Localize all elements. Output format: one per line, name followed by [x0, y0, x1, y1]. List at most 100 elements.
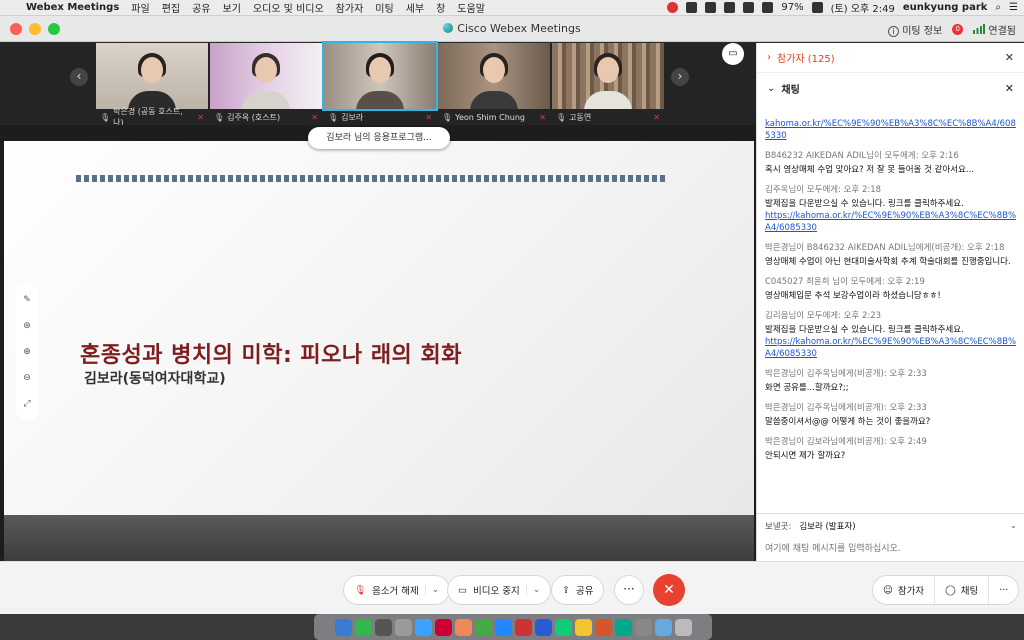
video-tile-active-speaker[interactable] [322, 41, 438, 111]
stop-video-button[interactable]: ▭ 비디오 중지 ⌄ [447, 575, 552, 605]
chrome-icon[interactable] [474, 618, 492, 636]
menu-audio-video[interactable]: 오디오 및 비디오 [253, 0, 324, 15]
chat-message: kahoma.or.kr/%EC%9E%90%EB%A3%8C%EC%8B%A4… [765, 118, 1017, 142]
chat-message-body: 영상매체입문 추석 보강수업이라 하셨습니당ㅎㅎ! [765, 291, 941, 301]
battery-icon[interactable] [811, 2, 823, 13]
folder-icon[interactable] [654, 618, 672, 636]
menu-help[interactable]: 도움말 [457, 0, 485, 15]
wifi-icon[interactable] [743, 2, 755, 13]
system-preferences-icon[interactable] [394, 618, 412, 636]
shield-icon[interactable] [724, 2, 736, 13]
participant-face [255, 57, 277, 83]
chat-message-link[interactable]: kahoma.or.kr/%EC%9E%90%EB%A3%8C%EC%8B%A4… [765, 118, 1017, 142]
zoom-in-icon[interactable]: ⊕ [23, 347, 31, 357]
app-menu[interactable]: Webex Meetings [26, 2, 119, 13]
close-window-button[interactable] [10, 22, 22, 35]
launchpad-icon[interactable] [374, 618, 392, 636]
strip-prev-button[interactable]: ‹ [70, 68, 88, 86]
menu-share[interactable]: 공유 [192, 0, 210, 15]
cloud-icon[interactable] [686, 2, 698, 13]
menu-edit[interactable]: 편집 [162, 0, 180, 15]
send-to-selector[interactable]: 보낼곳: 김보라 (발표자) ⌄ [757, 516, 1024, 536]
menu-meeting[interactable]: 미팅 [375, 0, 393, 15]
participants-panel-header[interactable]: › 참가자 (125) ✕ [757, 43, 1024, 73]
more-options-button[interactable]: ··· [614, 575, 644, 605]
chat-panel-header[interactable]: ⌄ 채팅 ✕ [757, 73, 1024, 103]
kakaotalk-icon[interactable] [574, 618, 592, 636]
chat-message-body: 안되시면 제가 할까요? [765, 451, 846, 461]
menu-window[interactable]: 창 [436, 0, 445, 15]
menu-file[interactable]: 파일 [131, 0, 149, 15]
control-center-icon[interactable]: ☰ [1009, 2, 1018, 13]
app-icon[interactable] [434, 618, 452, 636]
app-icon[interactable] [514, 618, 532, 636]
webex-dock-icon[interactable] [614, 618, 632, 636]
fit-screen-icon[interactable]: ⤢ [23, 399, 30, 409]
end-meeting-button[interactable]: ✕ [653, 574, 685, 606]
video-tile[interactable] [552, 43, 664, 109]
menubar-clock[interactable]: (토) 오후 2:49 [831, 0, 895, 15]
trash-icon[interactable] [674, 618, 692, 636]
chat-message-header: B846232 AIKEDAN ADIL님이 모두에게: 오후 2:16 [765, 151, 959, 161]
webex-status-icon[interactable] [667, 2, 679, 13]
microphone-icon: 🎙 [556, 112, 567, 122]
minimize-window-button[interactable] [29, 22, 41, 35]
panel-more-button[interactable]: ··· [989, 576, 1018, 604]
share-button[interactable]: ⇪ 공유 [551, 575, 605, 605]
annotate-icon[interactable]: ✎ [23, 295, 31, 305]
video-tile-name: 김보라 [341, 112, 364, 122]
menu-detail[interactable]: 세부 [406, 0, 424, 15]
chat-message-header: 박은경님이 김주옥님에게(비공개): 오후 2:33 [765, 403, 927, 413]
app-icon[interactable] [705, 2, 717, 13]
zoom-window-button[interactable] [48, 22, 60, 35]
chat-panel-button[interactable]: ◯ 채팅 [935, 576, 990, 604]
safari-icon[interactable] [494, 618, 512, 636]
video-options-chevron-icon[interactable]: ⌄ [525, 585, 540, 595]
audio-options-chevron-icon[interactable]: ⌄ [424, 585, 439, 595]
muted-icon: ✕ [539, 112, 546, 122]
menu-participant[interactable]: 참가자 [336, 0, 364, 15]
chat-message-list[interactable]: kahoma.or.kr/%EC%9E%90%EB%A3%8C%EC%8B%A4… [757, 118, 1024, 513]
participants-panel-button[interactable]: ☺ 참가자 [873, 576, 936, 604]
powerpoint-icon[interactable] [594, 618, 612, 636]
sharing-banner[interactable]: 김보라 님의 응용프로그램... [308, 127, 450, 149]
chat-message-body: 발제집을 다운받으실 수 있습니다. 링크를 클릭하주세요. [765, 325, 964, 335]
volume-icon[interactable] [762, 2, 774, 13]
search-icon[interactable]: ⌕ [995, 2, 1001, 13]
remote-control-icon[interactable]: ⊛ [23, 321, 31, 331]
chat-message-input[interactable] [765, 538, 1015, 560]
app-icon[interactable] [554, 618, 572, 636]
chat-message-body: 화면 공유를...할까요?;; [765, 383, 849, 393]
chat-message: B846232 AIKEDAN ADIL님이 모두에게: 오후 2:16 혹시 … [765, 149, 1017, 176]
messages-icon[interactable] [354, 618, 372, 636]
video-tile[interactable] [210, 43, 322, 109]
chat-message-link[interactable]: https://kahoma.or.kr/%EC%9E%90%EB%A3%8C%… [765, 210, 1017, 234]
connection-status[interactable]: 연결됨 [973, 22, 1016, 37]
word-icon[interactable] [534, 618, 552, 636]
unmute-button[interactable]: 🎙 음소거 해제 ⌄ [343, 575, 451, 605]
chevron-down-icon: ⌄ [767, 82, 776, 94]
layout-toggle-button[interactable]: ▭ [722, 43, 744, 65]
participants-count-label: 참가자 (125) [777, 54, 835, 65]
presentation-slide: 혼종성과 병치의 미학: 피오나 래의 회화 김보라(동덕여자대학교) [4, 141, 754, 515]
meeting-info-button[interactable]: i 미팅 정보 [888, 22, 942, 37]
zoom-out-icon[interactable]: ⊖ [23, 373, 31, 383]
strip-next-button[interactable]: › [671, 68, 689, 86]
side-panel: › 참가자 (125) ✕ ⌄ 채팅 ✕ kahoma.or.kr/%EC%9E… [756, 43, 1024, 614]
microphone-icon: 🎙 [442, 112, 453, 122]
recording-badge[interactable]: 0 [952, 23, 964, 35]
close-participants-icon[interactable]: ✕ [1005, 51, 1014, 64]
chat-message-header: 김리음님이 모두에게: 오후 2:23 [765, 311, 882, 321]
menubar-user[interactable]: eunkyung park [903, 2, 988, 13]
app-store-icon[interactable] [414, 618, 432, 636]
app-icon[interactable] [634, 618, 652, 636]
battery-percent[interactable]: 97% [781, 2, 803, 13]
video-tile[interactable] [438, 43, 550, 109]
finder-icon[interactable] [334, 618, 352, 636]
app-icon[interactable] [454, 618, 472, 636]
menu-view[interactable]: 보기 [223, 0, 241, 15]
video-tile[interactable] [96, 43, 208, 109]
close-chat-icon[interactable]: ✕ [1005, 82, 1014, 95]
share-label: 공유 [575, 586, 594, 597]
chat-message-link[interactable]: https://kahoma.or.kr/%EC%9E%90%EB%A3%8C%… [765, 336, 1017, 360]
